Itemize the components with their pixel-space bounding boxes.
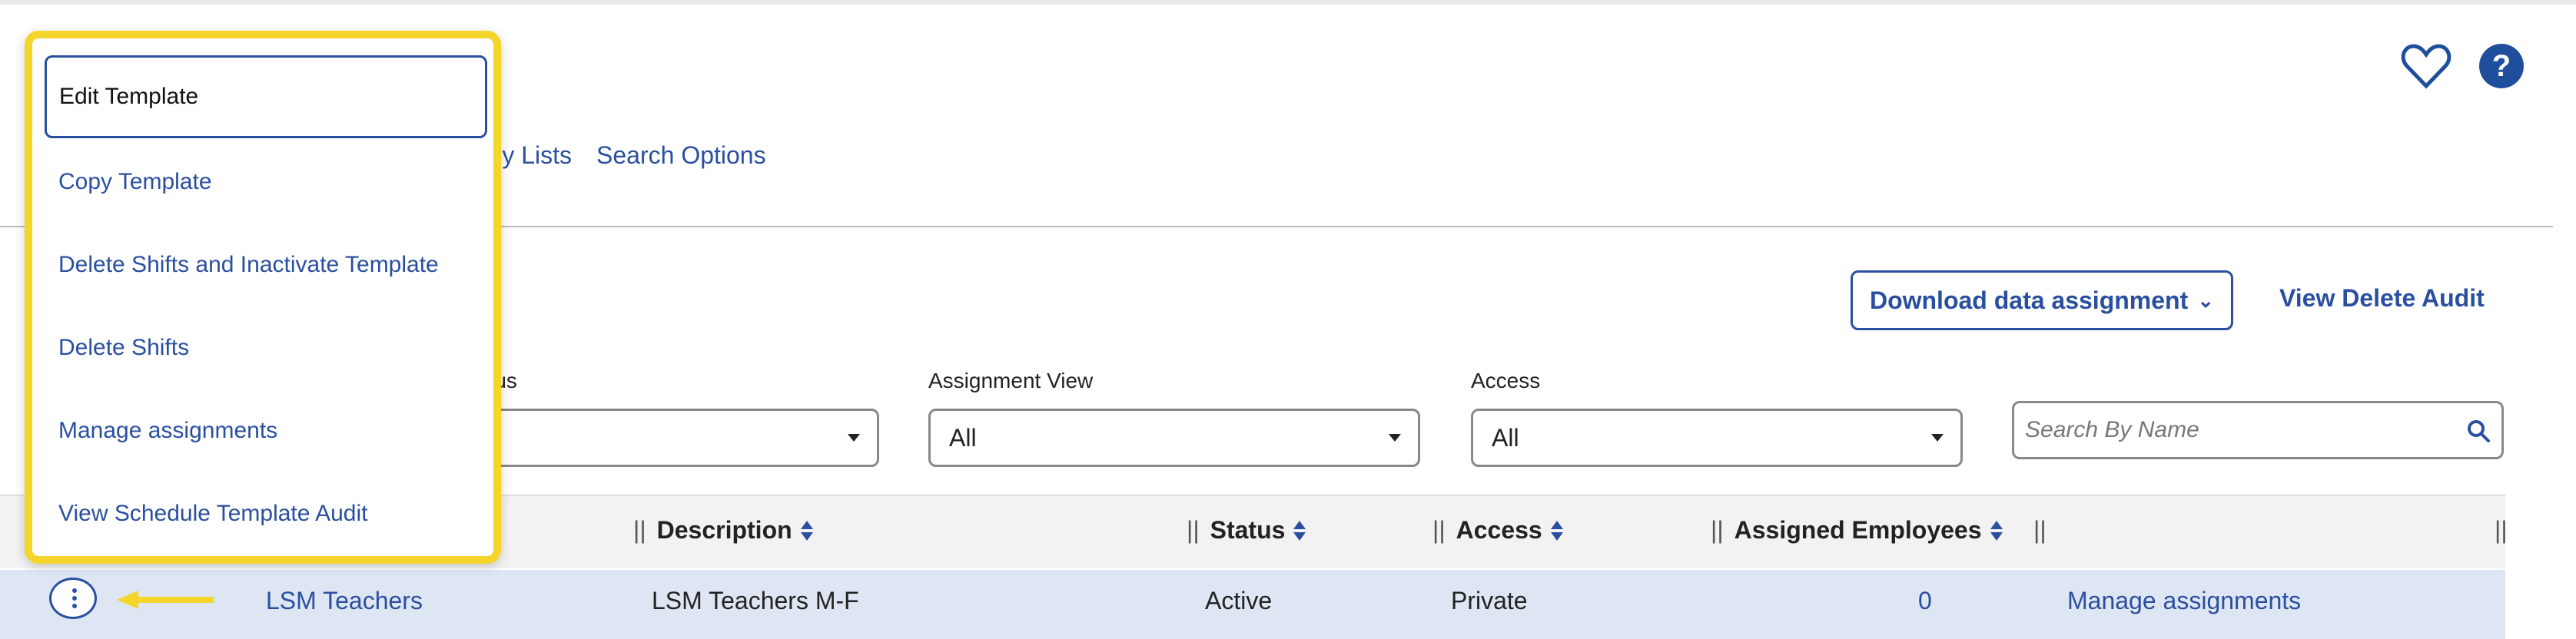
- column-separator: ||: [1187, 516, 1200, 544]
- row-context-menu: Edit Template Copy Template Delete Shift…: [25, 31, 501, 564]
- menu-item-edit-template[interactable]: Edit Template: [45, 55, 487, 138]
- column-header-description[interactable]: || Description: [633, 516, 814, 545]
- dropdown-caret-icon: [1389, 434, 1401, 442]
- arrow-left-icon: [117, 591, 214, 609]
- kebab-dot: [72, 588, 77, 593]
- column-header-access[interactable]: || Access: [1432, 516, 1564, 545]
- search-icon[interactable]: [2466, 419, 2491, 443]
- template-name-link[interactable]: LSM Teachers: [266, 587, 423, 615]
- row-description: LSM Teachers M-F: [652, 587, 859, 614]
- menu-item-delete-shifts[interactable]: Delete Shifts: [58, 335, 189, 361]
- row-actions-button[interactable]: [49, 578, 97, 619]
- column-label: Description: [656, 516, 792, 544]
- sort-icon: [800, 520, 813, 541]
- heart-icon[interactable]: [2401, 43, 2452, 89]
- assignment-view-label: Assignment View: [928, 369, 1094, 392]
- table-row[interactable]: LSM Teachers LSM Teachers M-F Active Pri…: [0, 570, 2505, 639]
- search-placeholder: Search By Name: [2025, 417, 2199, 442]
- column-label: Access: [1456, 516, 1542, 544]
- assignment-view-value: All: [949, 423, 977, 452]
- chevron-down-icon: ⌄: [2197, 288, 2215, 312]
- sort-icon: [1990, 520, 2003, 541]
- kebab-dot: [72, 604, 77, 608]
- page-links: e My Lists Search Options: [461, 141, 766, 170]
- sort-icon: [1293, 520, 1306, 541]
- menu-item-view-schedule-template-audit[interactable]: View Schedule Template Audit: [58, 501, 368, 527]
- download-data-assignment-button[interactable]: Download data assignment ⌄: [1851, 270, 2233, 330]
- search-options-link[interactable]: Search Options: [596, 141, 766, 170]
- column-separator: ||: [633, 516, 646, 544]
- column-separator: ||: [2495, 516, 2508, 544]
- help-icon[interactable]: ?: [2479, 44, 2524, 88]
- column-header-status[interactable]: || Status: [1187, 516, 1306, 545]
- row-access: Private: [1451, 587, 1528, 614]
- header-icons: ?: [2401, 43, 2524, 89]
- manage-assignments-link[interactable]: Manage assignments: [2067, 587, 2301, 615]
- assigned-employees-count[interactable]: 0: [1918, 587, 1932, 615]
- column-separator: ||: [1711, 516, 1724, 544]
- row-status: Active: [1205, 587, 1273, 614]
- menu-item-manage-assignments[interactable]: Manage assignments: [58, 418, 277, 444]
- column-separator: ||: [2033, 516, 2047, 544]
- dropdown-caret-icon: [848, 434, 860, 442]
- search-input[interactable]: Search By Name: [2012, 401, 2504, 459]
- access-value: All: [1492, 423, 1519, 452]
- access-select[interactable]: All: [1471, 409, 1963, 467]
- menu-item-delete-shifts-inactivate[interactable]: Delete Shifts and Inactivate Template: [58, 252, 439, 278]
- dropdown-caret-icon: [1931, 434, 1944, 442]
- top-border: [0, 0, 2576, 5]
- download-button-label: Download data assignment: [1869, 286, 2189, 314]
- menu-item-copy-template[interactable]: Copy Template: [58, 169, 212, 195]
- kebab-dot: [72, 596, 77, 601]
- access-label: Access: [1471, 369, 1541, 392]
- column-label: Assigned Employees: [1734, 516, 1982, 544]
- column-label: Status: [1210, 516, 1286, 544]
- assignment-view-select[interactable]: All: [928, 409, 1420, 467]
- view-delete-audit-link[interactable]: View Delete Audit: [2279, 284, 2485, 313]
- column-separator: ||: [1432, 516, 1446, 544]
- column-header-assigned-employees[interactable]: || Assigned Employees: [1711, 516, 2003, 545]
- sort-icon: [1550, 520, 1563, 541]
